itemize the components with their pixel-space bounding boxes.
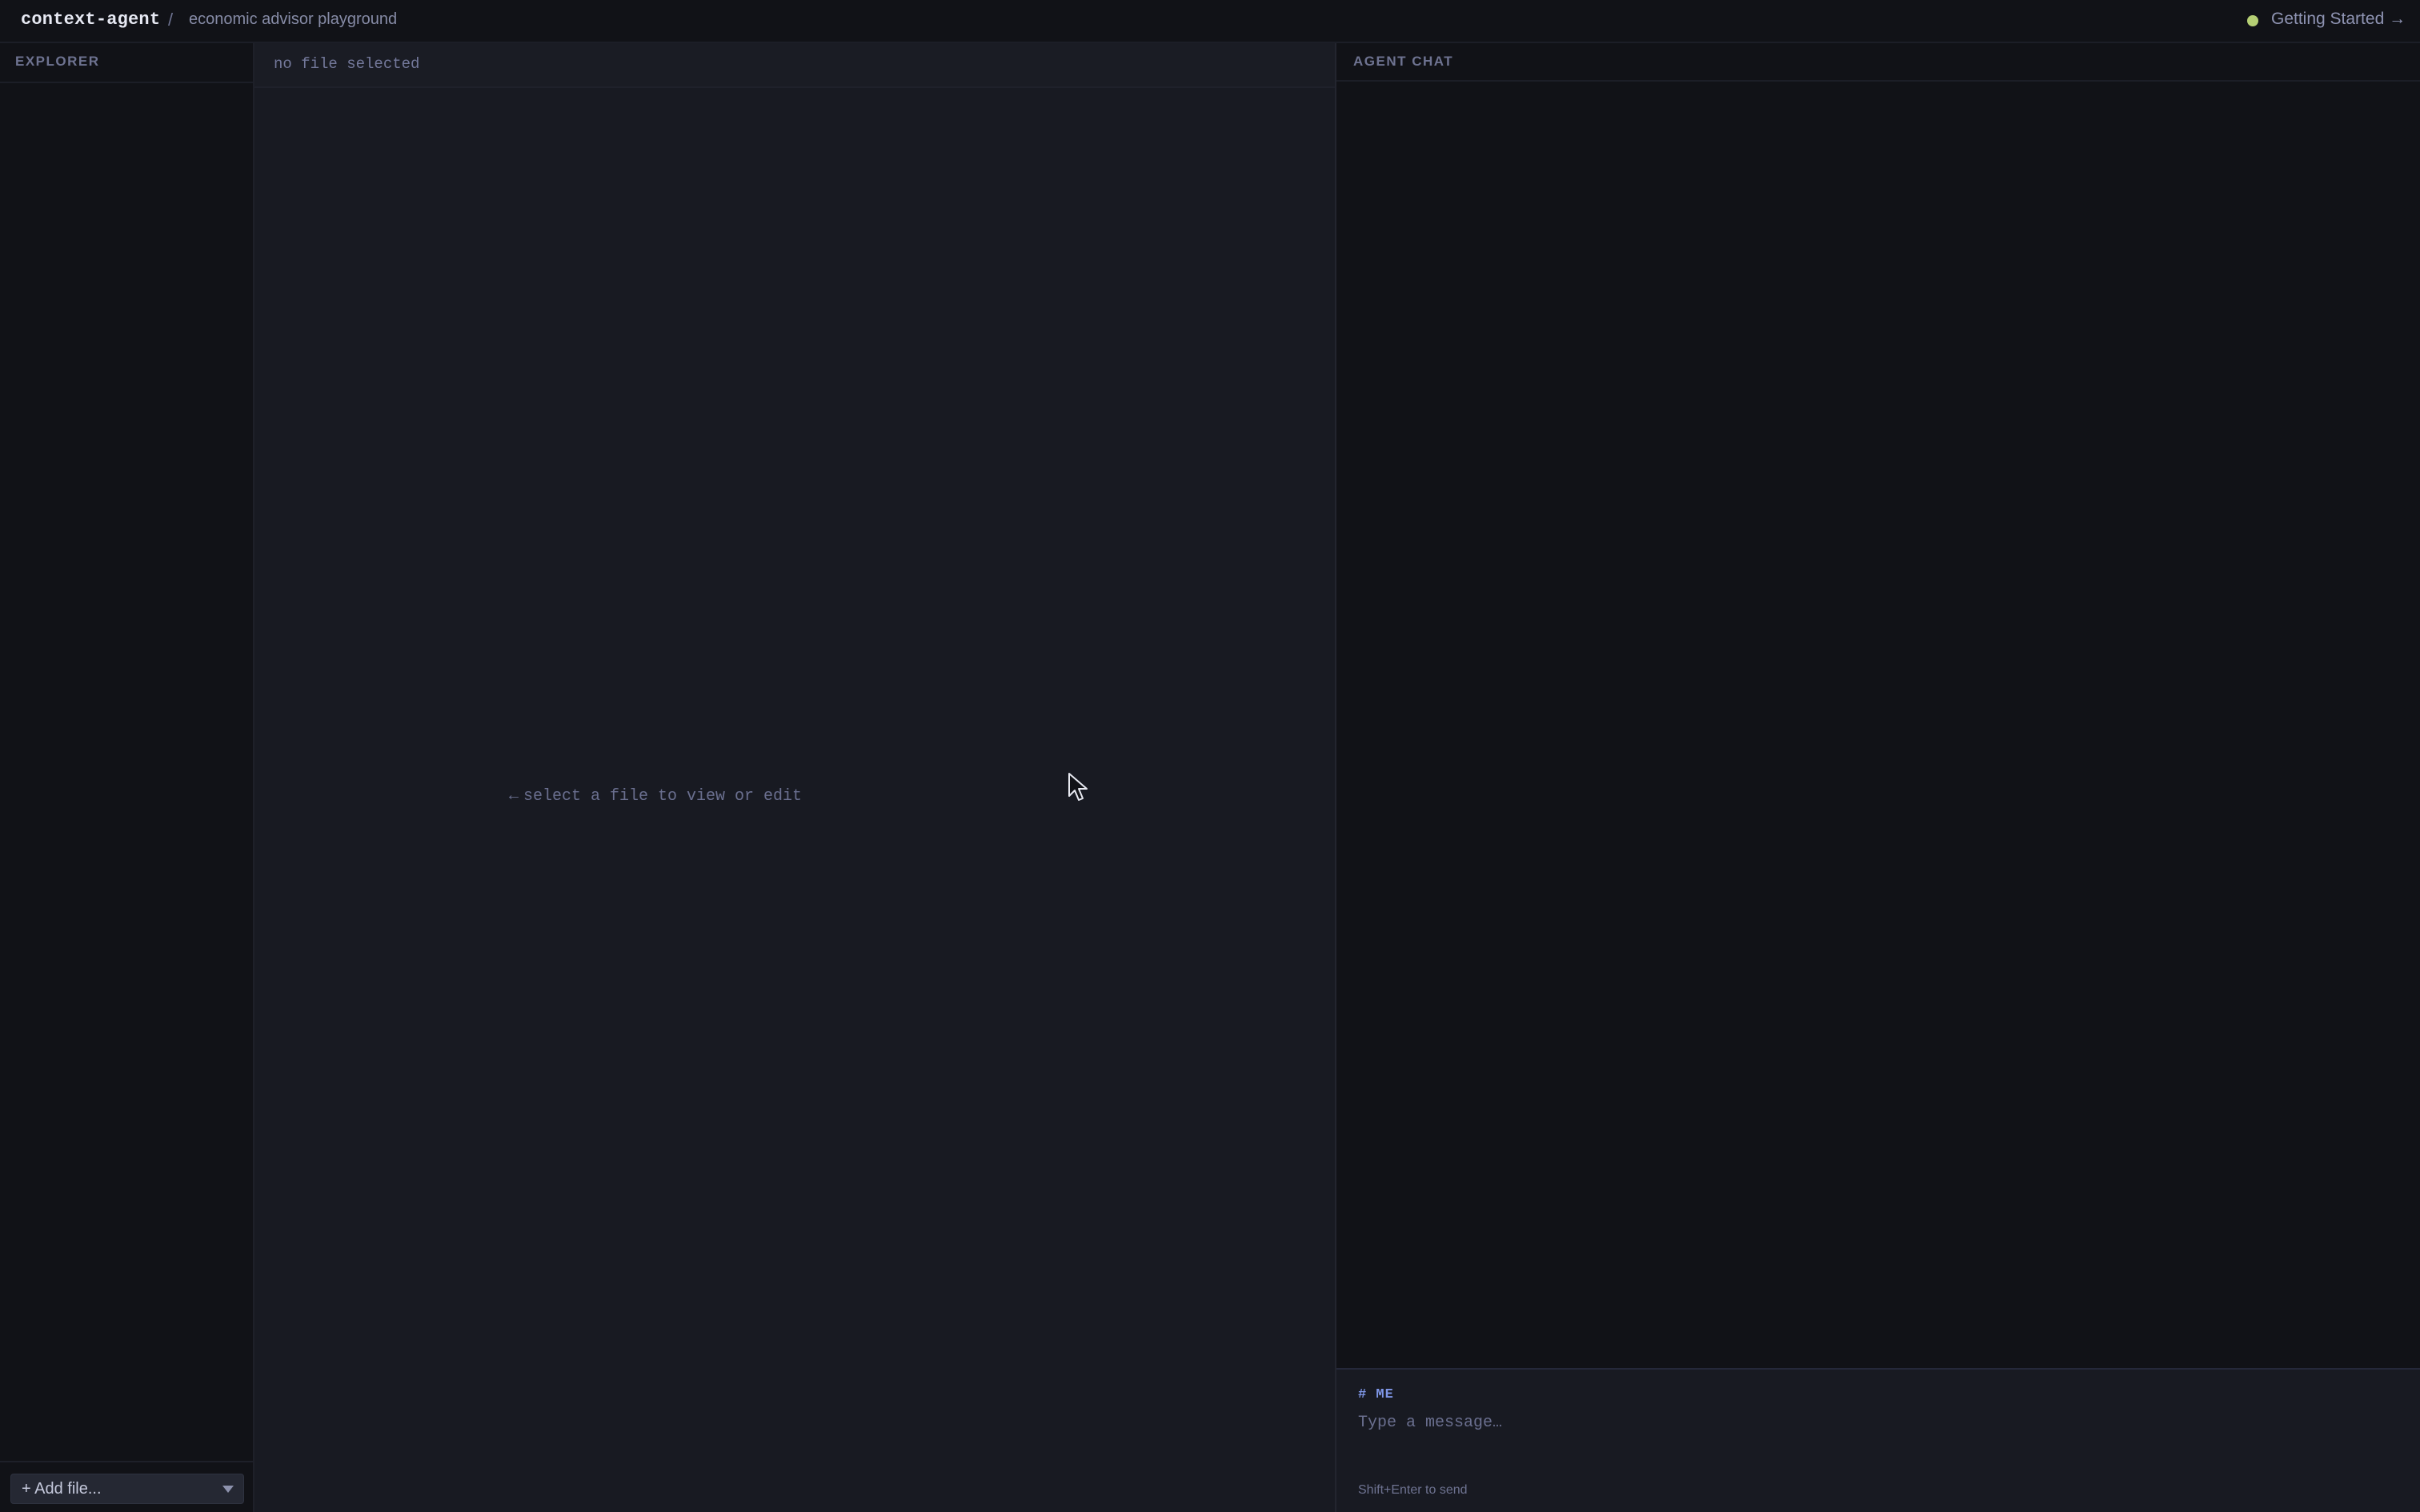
- chat-message-list[interactable]: [1336, 82, 2420, 1408]
- explorer-title: EXPLORER: [0, 43, 253, 83]
- chat-title: AGENT CHAT: [1336, 43, 2420, 82]
- breadcrumb-separator: /: [168, 10, 174, 30]
- explorer-footer: + Add file...: [0, 1461, 253, 1512]
- editor-empty-state: ← select a file to view or edit: [254, 787, 1336, 806]
- chat-composer: # ME Shift+Enter to send: [1336, 1368, 2420, 1512]
- project-name[interactable]: economic advisor playground: [189, 10, 397, 29]
- arrow-left-icon: ←: [508, 787, 519, 806]
- add-file-label: + Add file...: [22, 1480, 102, 1498]
- app-brand[interactable]: context-agent: [21, 10, 160, 30]
- editor-file-header: no file selected: [254, 43, 1335, 88]
- chevron-down-icon: [222, 1486, 234, 1493]
- composer-role-label: # ME: [1358, 1387, 1394, 1402]
- agent-chat-panel: AGENT CHAT # ME Shift+Enter to send: [1336, 43, 2420, 1512]
- add-file-dropdown[interactable]: + Add file...: [10, 1474, 244, 1504]
- getting-started-link[interactable]: Getting Started →: [2271, 10, 2406, 29]
- top-bar: context-agent / economic advisor playgro…: [0, 0, 2420, 43]
- editor-panel: no file selected ← select a file to view …: [254, 43, 1336, 1512]
- send-hint: Shift+Enter to send: [1358, 1483, 1468, 1497]
- explorer-panel: EXPLORER + Add file...: [0, 43, 254, 1512]
- mouse-pointer-icon: [1068, 773, 1088, 801]
- editor-empty-message: select a file to view or edit: [523, 787, 803, 806]
- message-input[interactable]: [1358, 1414, 2398, 1462]
- status-indicator: [2247, 15, 2258, 26]
